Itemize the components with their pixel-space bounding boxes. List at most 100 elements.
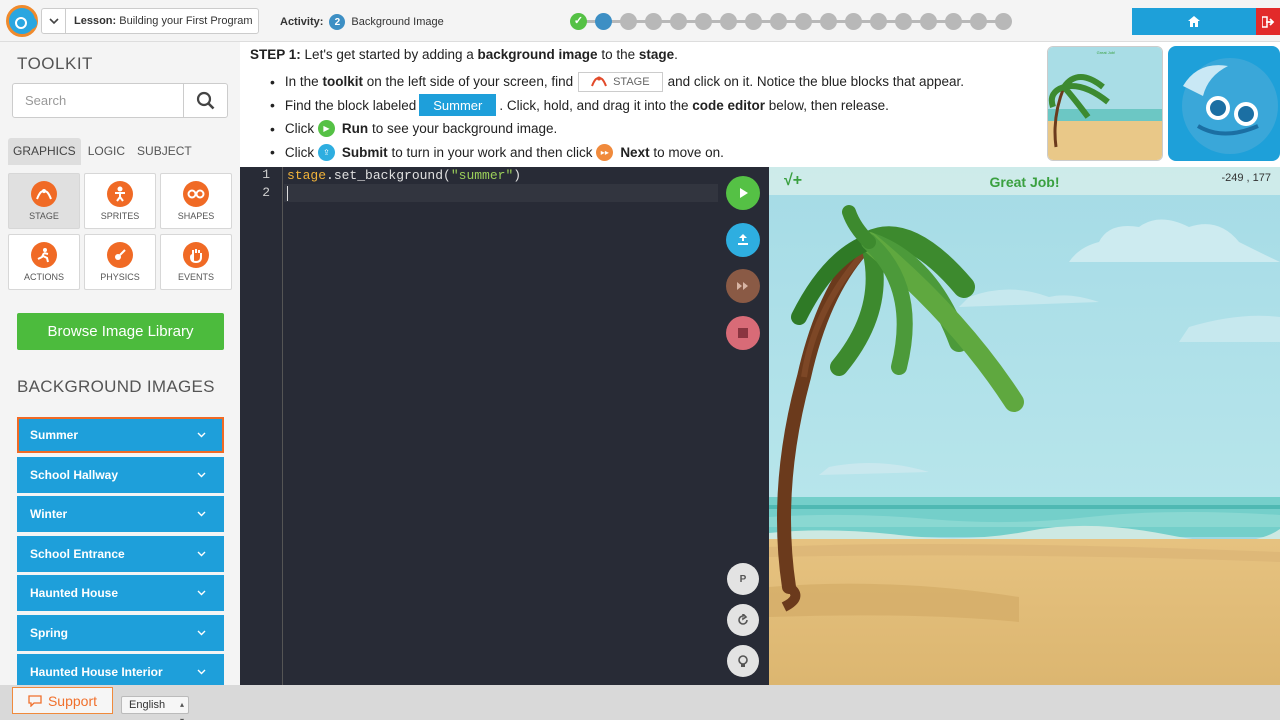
progress-dot[interactable] [995, 13, 1012, 30]
chevron-down-icon [197, 590, 206, 596]
logo-icon[interactable] [6, 5, 38, 37]
stage-chip: STAGE [578, 71, 663, 92]
code-method: .set_background( [326, 168, 451, 183]
stop-icon [738, 328, 748, 338]
chevron-down-icon [197, 432, 206, 438]
home-button[interactable] [1132, 8, 1256, 35]
select-arrows-icon: ▴▾ [179, 700, 184, 720]
chevron-down-icon [197, 472, 206, 477]
background-item[interactable]: School Entrance [17, 535, 224, 572]
tile-shapes[interactable]: SHAPES [160, 173, 232, 229]
submit-icon: ⇪ [317, 143, 335, 161]
submit-icon [738, 234, 748, 245]
toolkit-title: TOOLKIT [17, 54, 93, 73]
progress-dot[interactable] [745, 13, 762, 30]
submit-button[interactable] [726, 223, 760, 257]
background-images-title: BACKGROUND IMAGES [17, 377, 215, 396]
browse-image-library-button[interactable]: Browse Image Library [17, 313, 224, 350]
background-item-label: Haunted House Interior [30, 665, 163, 679]
background-item[interactable]: School Hallway [17, 456, 224, 493]
progress-dot[interactable] [595, 13, 612, 30]
activity-number: 2 [329, 14, 346, 30]
tile-stage[interactable]: STAGE [8, 173, 80, 229]
step-text: Click [284, 144, 315, 160]
chevron-down-icon[interactable] [42, 9, 66, 33]
next-icon [737, 282, 748, 290]
progress-dot[interactable] [695, 13, 712, 30]
step-text-bold: toolkit [322, 74, 363, 90]
tab-subject[interactable]: SUBJECT [132, 138, 197, 165]
tile-label: PHYSICS [100, 272, 140, 282]
step-text: In the [284, 74, 319, 90]
progress-dot[interactable] [945, 13, 962, 30]
run-button[interactable] [726, 176, 760, 210]
tile-physics[interactable]: PHYSICS [84, 234, 156, 290]
toolkit-panel: TOOLKIT GRAPHICS LOGIC SUBJECT STAGE SPR… [0, 42, 240, 685]
support-button[interactable]: Support [12, 687, 113, 714]
progress-dot[interactable] [820, 13, 837, 30]
progress-dot[interactable] [670, 13, 687, 30]
stage-canvas[interactable]: √+ Great Job! -249 , 177 [769, 167, 1280, 685]
language-select[interactable]: English ▴▾ [121, 696, 189, 720]
run-icon: ▶ [317, 120, 335, 138]
progress-dot[interactable] [620, 13, 637, 30]
step-text: and click on it. Notice the blue blocks … [667, 74, 965, 90]
reset-button[interactable] [727, 604, 759, 636]
background-item[interactable]: Haunted House Interior [17, 654, 224, 685]
hint-button[interactable] [727, 645, 759, 677]
code-object: stage [287, 168, 327, 183]
physics-icon [107, 242, 133, 268]
tile-sprites[interactable]: SPRITES [84, 173, 156, 229]
progress-dot[interactable] [970, 13, 987, 30]
code-line-1[interactable]: stage.set_background("summer") [287, 167, 521, 184]
step-item-run: Click ▶ Run to see your background image… [274, 117, 964, 141]
progress-dot[interactable] [645, 13, 662, 30]
chevron-down-icon [197, 630, 206, 635]
stage-coordinates: -249 , 177 [1221, 172, 1271, 184]
instructions-panel: STEP 1: Let's get started by adding a ba… [240, 42, 1280, 167]
p-button[interactable]: P [727, 563, 759, 595]
lesson-label: Lesson: [74, 15, 117, 27]
search-button[interactable] [183, 84, 227, 117]
code-editor[interactable]: 1 2 stage.set_background("summer") [240, 167, 718, 685]
step-item-find-stage: In the toolkit on the left side of your … [274, 70, 964, 94]
stage-icon [591, 76, 608, 87]
progress-dot[interactable]: ✓ [570, 13, 587, 30]
step-text-bold: background image [477, 47, 598, 62]
background-item[interactable]: Haunted House [17, 575, 224, 611]
next-button[interactable] [726, 269, 760, 303]
step-text: . Click, hold, and drag it into the [499, 97, 689, 113]
lesson-selector[interactable]: Lesson: Building your First Program [41, 8, 259, 34]
step-text: on the left side of your screen, find [366, 74, 574, 90]
progress-dot[interactable] [845, 13, 862, 30]
tab-graphics[interactable]: GRAPHICS [8, 138, 81, 165]
top-bar: Lesson: Building your First Program Acti… [0, 0, 1280, 42]
text-caret [287, 186, 288, 201]
progress-dot[interactable] [795, 13, 812, 30]
progress-dot[interactable] [870, 13, 887, 30]
background-item[interactable]: Summer [17, 417, 224, 453]
search-input[interactable] [13, 84, 183, 117]
step-text-bold: code editor [692, 97, 766, 113]
actions-icon [31, 242, 57, 268]
tile-events[interactable]: EVENTS [160, 234, 232, 290]
example-thumbnail[interactable]: Great Job! [1047, 46, 1163, 161]
run-controls: P [718, 167, 769, 685]
progress-dot[interactable] [920, 13, 937, 30]
progress-dot[interactable] [720, 13, 737, 30]
exit-button[interactable] [1256, 8, 1280, 35]
stage-message: Great Job! [989, 174, 1060, 190]
background-images-list: Summer School Hallway Winter School Entranc… [17, 417, 224, 685]
tile-actions[interactable]: ACTIONS [8, 234, 80, 290]
step-text: Click [284, 121, 315, 137]
line-gutter: 1 2 [240, 167, 283, 685]
progress-dot[interactable] [895, 13, 912, 30]
progress-dot[interactable] [770, 13, 787, 30]
summer-chip: Summer [419, 94, 497, 117]
background-item[interactable]: Spring [17, 614, 224, 651]
step-label: STEP 1: [250, 47, 301, 62]
stop-button[interactable] [726, 316, 760, 350]
background-item[interactable]: Winter [17, 496, 224, 532]
tab-logic[interactable]: LOGIC [83, 138, 130, 165]
p-icon: P [739, 573, 747, 585]
